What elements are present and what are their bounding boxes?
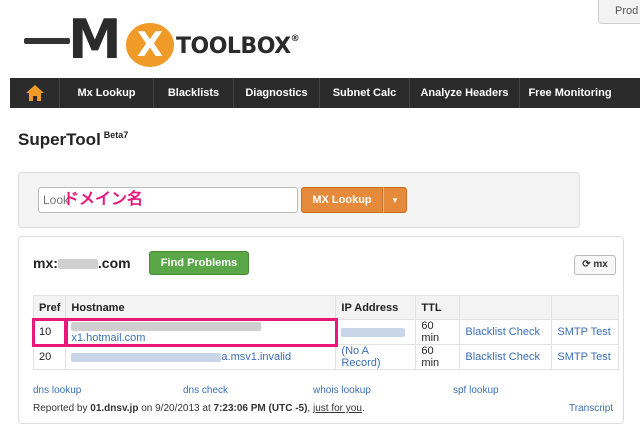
col-blacklist xyxy=(459,295,553,320)
table-row: 10 x1.hotmail.com 60 min Blacklist Check… xyxy=(31,317,619,347)
refresh-mx-button[interactable]: ⟳ mx xyxy=(574,255,616,275)
col-pref: Pref xyxy=(32,295,67,320)
logo-x-circle: X xyxy=(126,23,174,67)
no-a-record-link[interactable]: (No A Record) xyxy=(341,345,380,369)
find-problems-button[interactable]: Find Problems xyxy=(149,251,249,275)
reported-by-text: Reported by 01.dnsv.jp on 9/20/2013 at 7… xyxy=(33,403,365,414)
pref-cell: 20 xyxy=(32,344,67,370)
nav-free-monitoring[interactable]: Free Monitoring xyxy=(520,78,620,108)
whois-lookup-link[interactable]: whois lookup xyxy=(313,385,453,396)
smtp-test-link[interactable]: SMTP Test xyxy=(557,351,610,363)
hostname-cell: a.msv1.invalid xyxy=(65,344,337,370)
beta-label: Beta7 xyxy=(103,130,129,141)
refresh-icon: ⟳ xyxy=(582,259,591,270)
dns-check-link[interactable]: dns check xyxy=(183,385,313,396)
page-title-text: SuperTool xyxy=(18,130,101,149)
col-hostname: Hostname xyxy=(65,295,337,320)
blacklist-check-link[interactable]: Blacklist Check xyxy=(465,351,540,363)
main-nav: Mx Lookup Blacklists Diagnostics Subnet … xyxy=(10,78,640,108)
ttl-cell: 60 min xyxy=(415,319,461,345)
smtp-cell: SMTP Test xyxy=(551,319,619,345)
redacted-ip xyxy=(341,327,406,337)
col-smtp xyxy=(551,295,619,320)
hostname-cell: x1.hotmail.com xyxy=(63,317,338,347)
spf-lookup-link[interactable]: spf lookup xyxy=(453,385,499,396)
dns-lookup-link[interactable]: dns lookup xyxy=(33,385,183,396)
table-header-row: Pref Hostname IP Address TTL xyxy=(32,295,619,320)
redacted-hostname xyxy=(71,352,222,362)
domain-name-annotation: ドメイン名 xyxy=(63,191,144,208)
reported-server: 01.dnsv.jp xyxy=(90,403,139,414)
domain-title: mx: .com xyxy=(33,255,131,271)
chevron-down-icon: ▾ xyxy=(392,195,398,205)
nav-analyze-headers[interactable]: Analyze Headers xyxy=(410,78,520,108)
reported-on: on 9/20/2013 at xyxy=(138,403,214,414)
page-title: SuperTool Beta7 xyxy=(18,130,128,150)
mxtoolbox-logo[interactable]: M X TOOLBOX® xyxy=(24,8,300,71)
mx-results-table: Pref Hostname IP Address TTL 10 x1.hotma… xyxy=(31,295,619,370)
col-ttl: TTL xyxy=(415,295,461,320)
blacklist-check-link[interactable]: Blacklist Check xyxy=(465,326,540,338)
col-ip-address: IP Address xyxy=(335,295,417,320)
lookup-dropdown-button[interactable]: ▾ xyxy=(383,187,407,213)
blacklist-cell: Blacklist Check xyxy=(459,319,553,345)
redacted-domain xyxy=(57,259,98,270)
redacted-hostname xyxy=(71,321,262,331)
nav-mx-lookup[interactable]: Mx Lookup xyxy=(60,78,154,108)
search-panel: ドメイン名 MX Lookup ▾ xyxy=(18,172,580,228)
blacklist-cell: Blacklist Check xyxy=(459,344,553,370)
nav-diagnostics[interactable]: Diagnostics xyxy=(234,78,320,108)
logo-m: M xyxy=(68,8,122,71)
reported-time: 7:23:06 PM (UTC -5) xyxy=(213,403,308,414)
transcript-link[interactable]: Transcript xyxy=(569,403,613,414)
reported-end: . xyxy=(361,403,365,414)
smtp-cell: SMTP Test xyxy=(551,344,619,370)
mx-lookup-button[interactable]: MX Lookup xyxy=(301,187,383,213)
nav-home[interactable] xyxy=(10,78,60,108)
results-panel: mx: .com Find Problems ⟳ mx Pref Hostname… xyxy=(18,236,624,424)
pref-cell: 10 xyxy=(31,317,68,347)
domain-suffix: .com xyxy=(97,255,131,271)
refresh-label: mx xyxy=(593,259,608,270)
domain-prefix: mx: xyxy=(33,255,58,271)
home-icon xyxy=(25,85,44,101)
ip-cell: (No A Record) xyxy=(335,344,417,370)
ip-cell xyxy=(335,319,417,345)
nav-subnet-calc[interactable]: Subnet Calc xyxy=(320,78,410,108)
footer-links: dns lookup dns check whois lookup spf lo… xyxy=(33,385,619,396)
logo-text: TOOLBOX® xyxy=(176,34,300,59)
ttl-cell: 60 min xyxy=(415,344,461,370)
logo-line xyxy=(24,38,70,44)
logo-wordmark: TOOLBOX xyxy=(176,34,291,59)
smtp-test-link[interactable]: SMTP Test xyxy=(557,326,610,338)
just-for-you-link[interactable]: just for you xyxy=(313,403,362,414)
nav-blacklists[interactable]: Blacklists xyxy=(154,78,234,108)
prod-button[interactable]: Prod xyxy=(598,0,640,24)
hostname-link[interactable]: a.msv1.invalid xyxy=(221,351,291,363)
header: M X TOOLBOX® Prod xyxy=(0,0,640,78)
hostname-link[interactable]: x1.hotmail.com xyxy=(71,332,145,344)
table-row: 20 a.msv1.invalid (No A Record) 60 min B… xyxy=(32,344,619,370)
logo-registered: ® xyxy=(290,34,300,44)
reported-prefix: Reported by xyxy=(33,403,91,414)
